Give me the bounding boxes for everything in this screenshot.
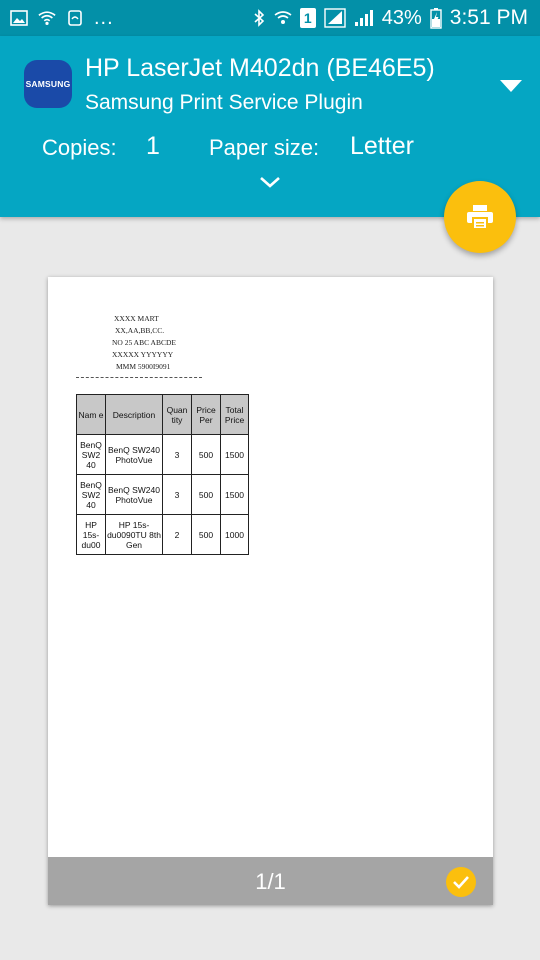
receipt-divider: [76, 377, 202, 378]
table-header-cell: Nam e: [76, 394, 106, 435]
table-header-cell: Quan tity: [162, 394, 192, 435]
expand-options-chevron-icon[interactable]: [258, 174, 282, 190]
status-bar: ... 1 43% 3:51 PM: [0, 0, 540, 36]
status-right-icons: 1 43% 3:51 PM: [252, 5, 528, 31]
receipt-line: XXXXX YYYYYY: [112, 350, 174, 359]
wifi-signal-icon: [274, 11, 292, 24]
print-button[interactable]: [444, 181, 516, 253]
printer-dropdown-icon[interactable]: [500, 80, 522, 92]
items-table: Nam e Description Quan tity Price Per To…: [76, 394, 249, 555]
table-cell: 1000: [220, 514, 249, 555]
table-cell: 500: [191, 514, 221, 555]
printer-name[interactable]: HP LaserJet M402dn (BE46E5): [85, 54, 435, 83]
table-cell: 1500: [220, 434, 249, 475]
page-selected-checkbox[interactable]: [446, 867, 476, 897]
table-cell: BenQ SW240 PhotoVue: [105, 474, 163, 515]
table-cell: 2: [162, 514, 192, 555]
table-cell: 1500: [220, 474, 249, 515]
table-row: BenQ SW2 40 BenQ SW240 PhotoVue 3 500 15…: [76, 474, 249, 515]
table-row: BenQ SW2 40 BenQ SW240 PhotoVue 3 500 15…: [76, 434, 249, 475]
sim-icon: 1: [299, 8, 316, 28]
table-header-cell: Total Price: [220, 394, 249, 435]
sim-number: 1: [303, 10, 312, 26]
table-header-cell: Description: [105, 394, 163, 435]
table-row: HP 15s- du00 HP 15s- du0090TU 8th Gen 2 …: [76, 514, 249, 555]
receipt-header: XXXX MART XX,AA,BB,CC. NO 25 ABC ABCDE X…: [76, 313, 256, 378]
page-preview[interactable]: XXXX MART XX,AA,BB,CC. NO 25 ABC ABCDE X…: [48, 277, 493, 905]
samsung-logo-icon: SAMSUNG: [24, 60, 72, 108]
receipt-line: NO 25 ABC ABCDE: [112, 338, 176, 347]
bluetooth-icon: [254, 9, 264, 27]
logo-text: SAMSUNG: [25, 79, 71, 89]
receipt-line: XXXX MART: [114, 314, 159, 323]
clock: 3:51 PM: [449, 6, 528, 29]
receipt-line: XX,AA,BB,CC.: [115, 326, 165, 335]
wifi-icon: [38, 11, 56, 26]
cell-signal-bars-icon: [354, 10, 373, 26]
table-header-row: Nam e Description Quan tity Price Per To…: [76, 394, 249, 435]
printer-icon: [467, 205, 493, 230]
page-footer: 1/1: [48, 857, 493, 905]
paper-size-label: Paper size:: [209, 135, 320, 160]
copies-value[interactable]: 1: [146, 132, 160, 161]
battery-charging-icon: [430, 8, 442, 29]
image-icon: [10, 10, 28, 26]
status-left-icons: ...: [10, 6, 114, 30]
table-cell: HP 15s- du00: [76, 514, 106, 555]
copies-label: Copies:: [42, 135, 117, 160]
table-header-cell: Price Per: [191, 394, 221, 435]
checkmark-icon: [453, 876, 469, 889]
table-cell: BenQ SW240 PhotoVue: [105, 434, 163, 475]
table-cell: BenQ SW2 40: [76, 474, 106, 515]
notification-overflow: ...: [94, 6, 114, 29]
paper-size-value[interactable]: Letter: [350, 132, 414, 161]
table-cell: HP 15s- du0090TU 8th Gen: [105, 514, 163, 555]
table-cell: 3: [162, 474, 192, 515]
screen-rotation-icon: [68, 10, 82, 26]
table-cell: 500: [191, 434, 221, 475]
receipt-line: MMM 5900I9091: [116, 362, 171, 371]
table-cell: 500: [191, 474, 221, 515]
table-cell: BenQ SW2 40: [76, 434, 106, 475]
page-count: 1/1: [255, 869, 286, 894]
table-cell: 3: [162, 434, 192, 475]
battery-percentage: 43%: [381, 6, 422, 29]
plugin-name[interactable]: Samsung Print Service Plugin: [85, 91, 363, 115]
cell-signal-icon: [324, 8, 346, 28]
